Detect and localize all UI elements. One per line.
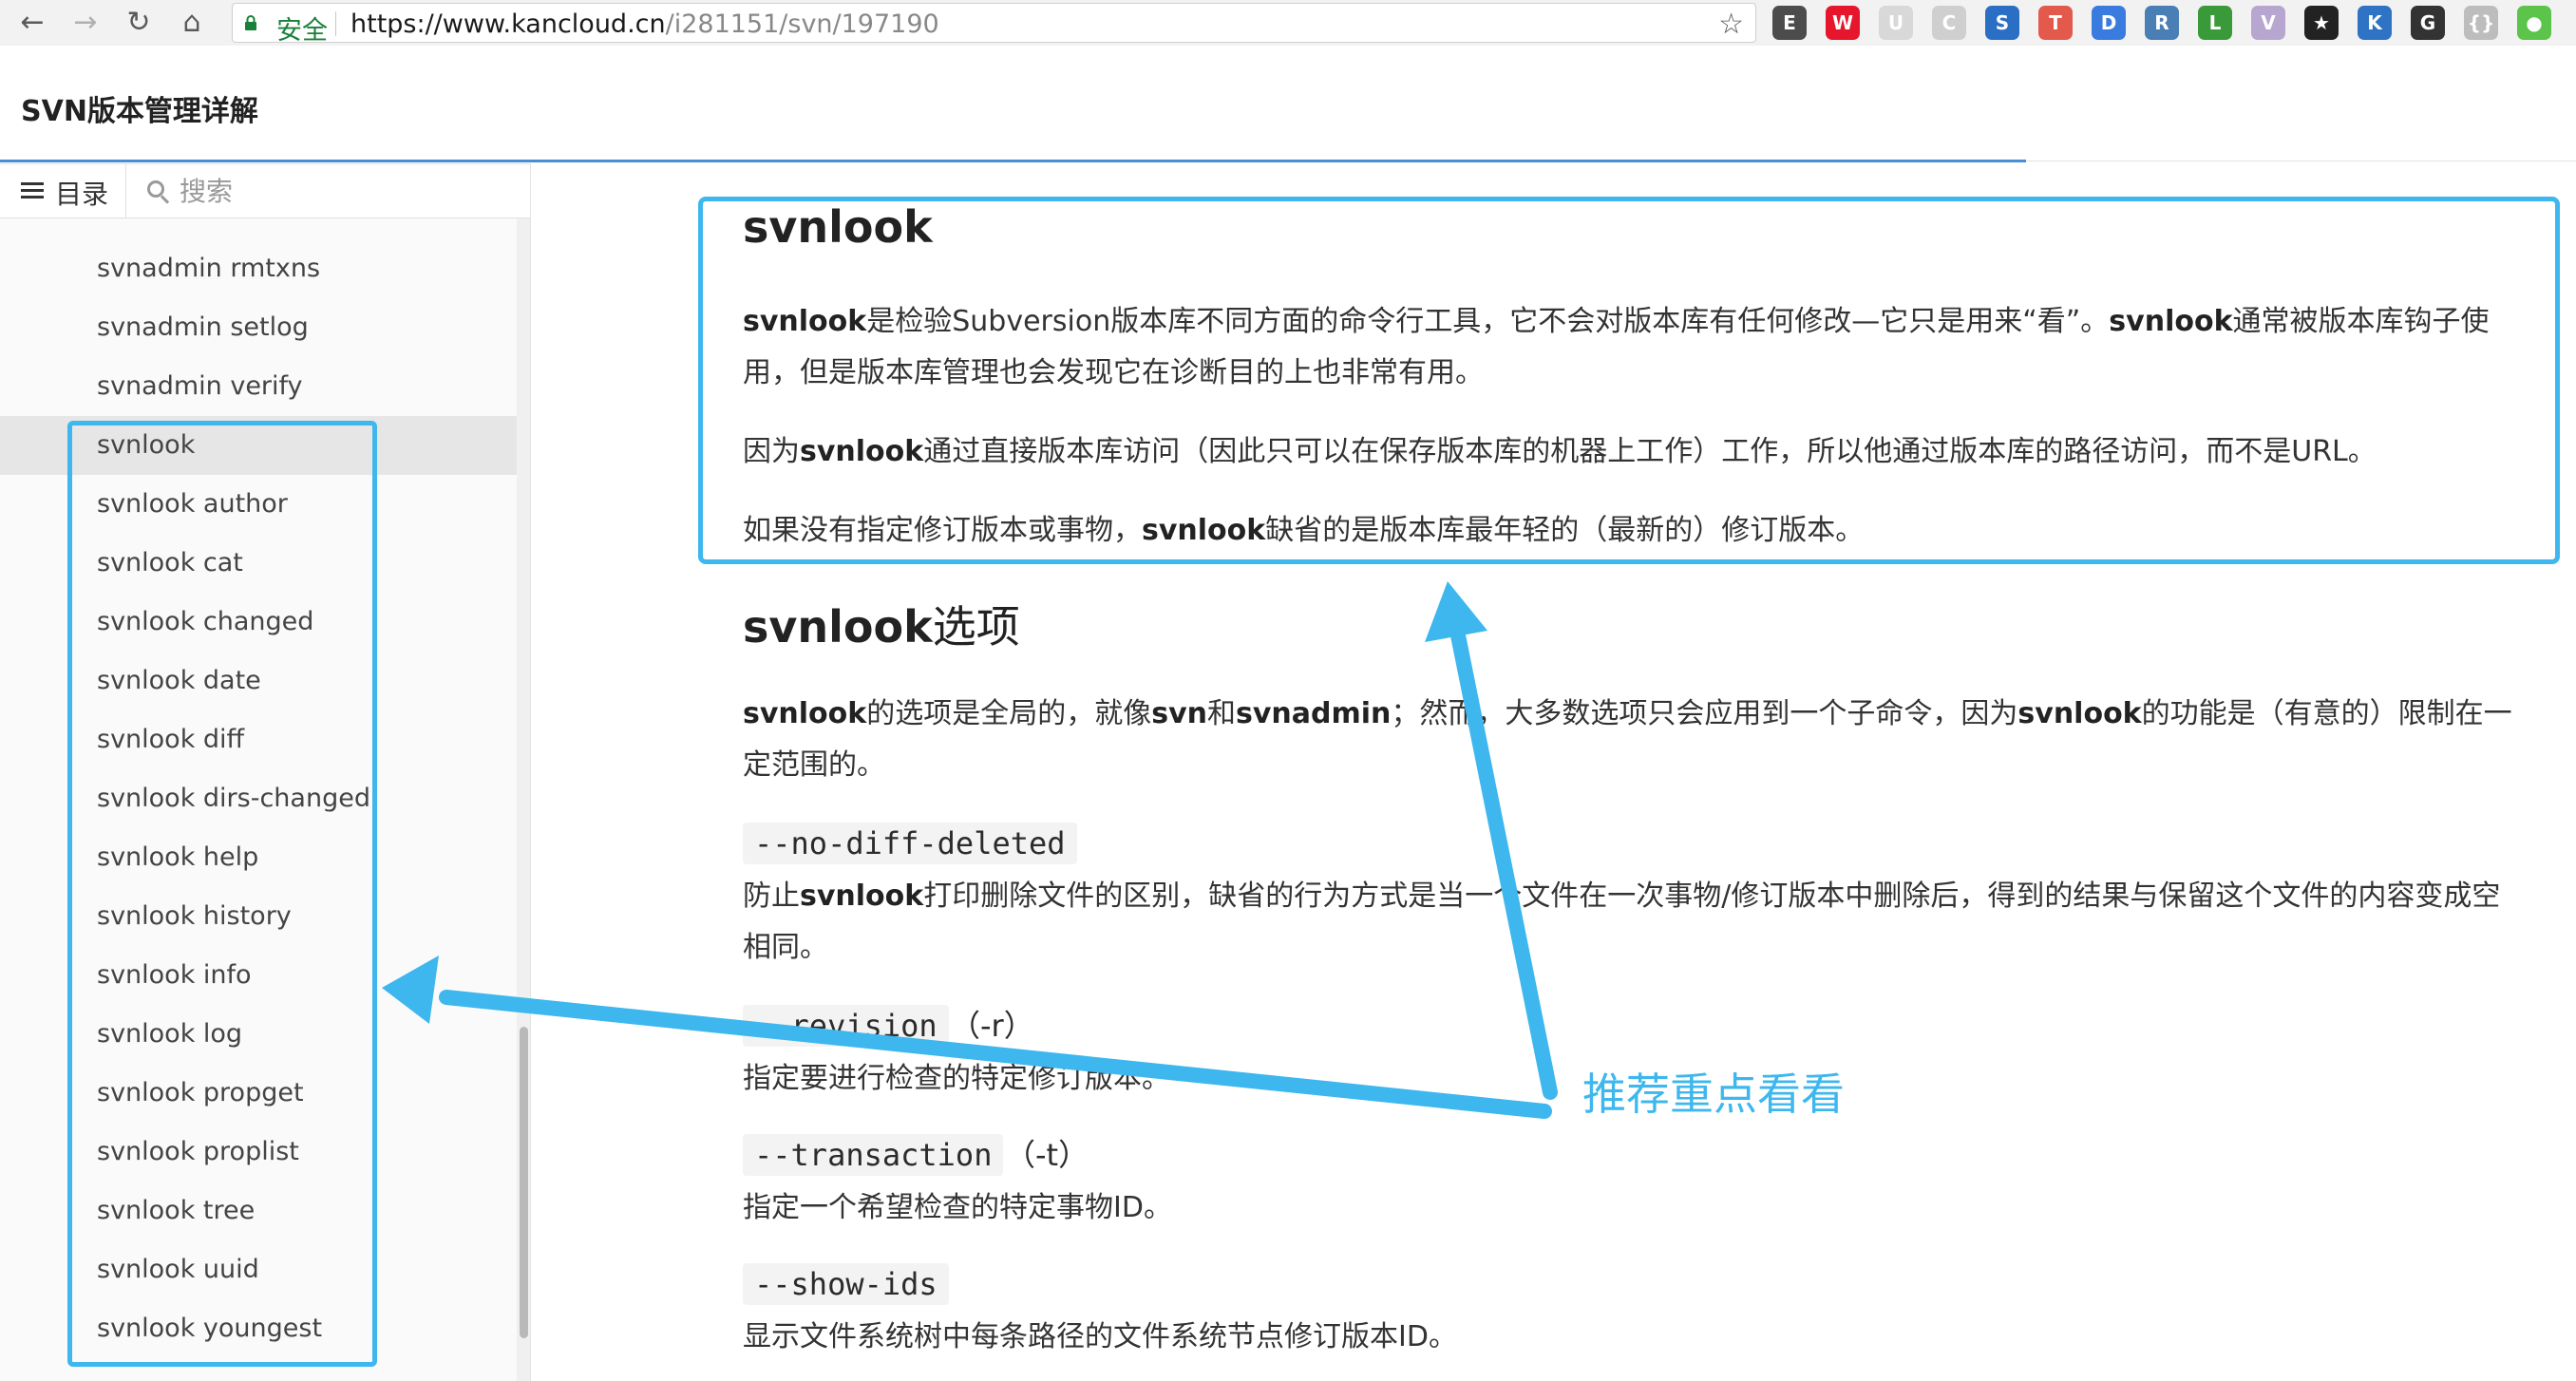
arrow-to-content — [1425, 581, 1558, 1100]
annotation-label: 推荐重点看看 — [1582, 1069, 1845, 1120]
annotation-arrows — [382, 581, 1558, 1119]
arrow-to-sidebar — [382, 955, 1552, 1119]
